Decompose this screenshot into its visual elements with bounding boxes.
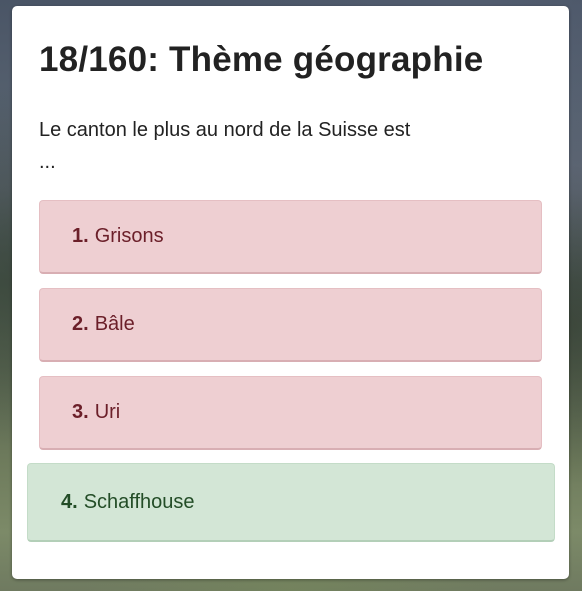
question-text: Le canton le plus au nord de la Suisse e…	[39, 114, 479, 178]
answer-option-1[interactable]: 1. Grisons	[39, 200, 542, 274]
question-text-line-2: ...	[39, 151, 56, 173]
answer-number: 1.	[72, 225, 89, 247]
question-title: 18/160: Thème géographie	[39, 40, 484, 79]
answer-option-2[interactable]: 2. Bâle	[39, 288, 542, 362]
question-text-line-1: Le canton le plus au nord de la Suisse e…	[39, 119, 411, 141]
answer-number: 2.	[72, 313, 89, 335]
answer-option-3[interactable]: 3. Uri	[39, 376, 542, 450]
quiz-card: 18/160: Thème géographie Le canton le pl…	[12, 6, 569, 579]
answer-label: Schaffhouse	[83, 490, 195, 513]
answer-option-4[interactable]: 4. Schaffhouse	[27, 463, 555, 542]
answer-label: Uri	[94, 401, 121, 423]
answer-number: 4.	[61, 490, 78, 513]
answer-label: Bâle	[94, 313, 135, 335]
answer-number: 3.	[72, 401, 89, 423]
answer-label: Grisons	[94, 225, 164, 247]
